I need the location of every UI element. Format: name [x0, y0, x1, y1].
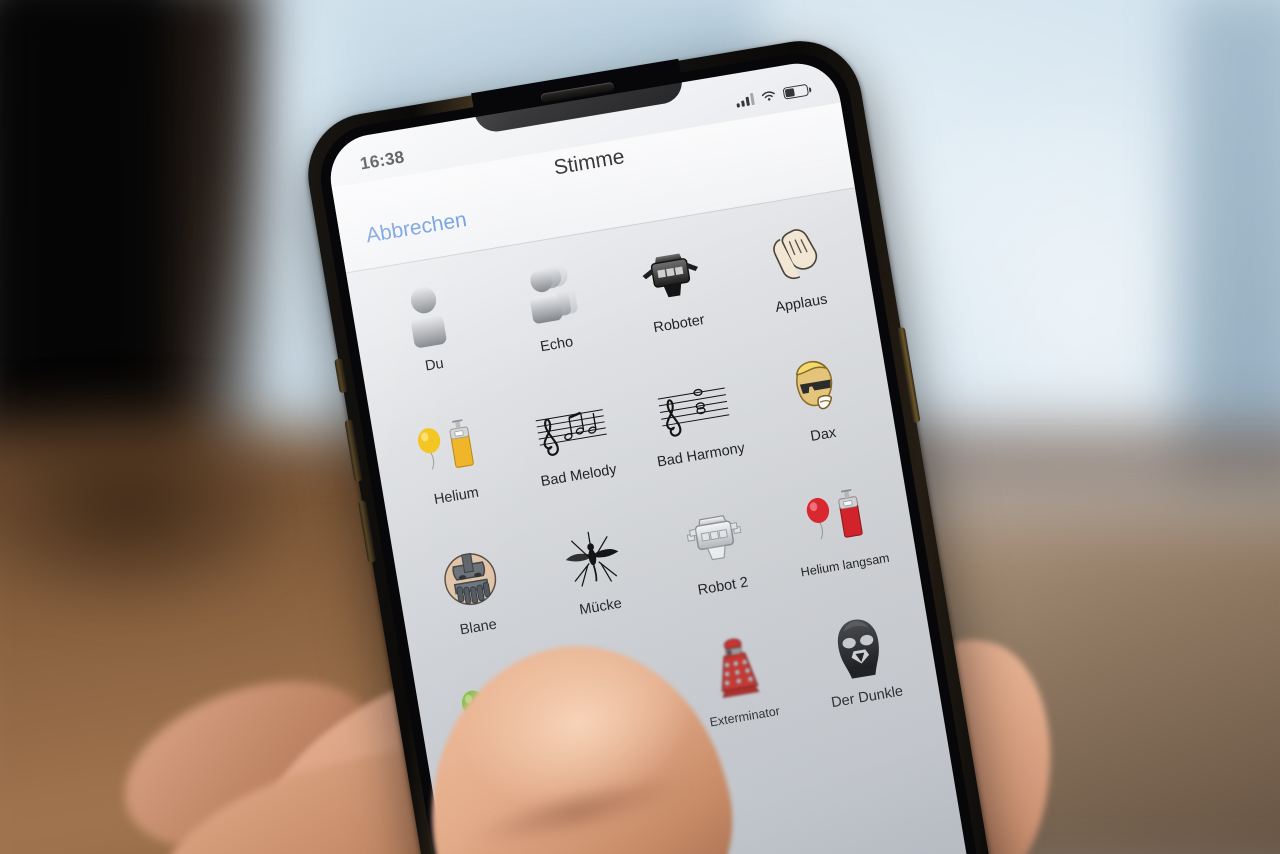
voice-effect-label: Mücke	[578, 595, 624, 619]
cancel-button[interactable]: Abbrechen	[364, 208, 468, 248]
voice-effect-item[interactable]: Mücke	[524, 506, 668, 658]
voice-effect-item[interactable]	[546, 637, 690, 789]
people-echo-icon	[506, 254, 591, 339]
music-staff-melody-icon	[528, 385, 613, 470]
dark-helmet-icon	[817, 606, 902, 691]
status-time: 16:38	[358, 147, 406, 174]
voice-effect-item[interactable]	[424, 658, 568, 810]
voice-effect-label: Helium	[432, 484, 480, 508]
battery-icon	[782, 83, 810, 100]
yellow-balloon-tank-icon	[406, 405, 491, 490]
voice-effect-item[interactable]: Bad Melody	[502, 375, 646, 527]
voice-effect-item[interactable]: Echo	[480, 244, 624, 396]
voice-effect-label: Robot 2	[696, 574, 750, 599]
wifi-icon	[761, 91, 775, 101]
voice-effect-item[interactable]: Du	[358, 264, 502, 416]
voice-effect-label: Roboter	[652, 312, 706, 337]
voice-effect-item[interactable]: Dax	[747, 334, 891, 486]
robot-light-icon	[672, 496, 757, 581]
voice-effect-item[interactable]: Helium langsam	[769, 465, 913, 617]
voice-effect-label: Echo	[539, 334, 575, 356]
mosquito-icon	[550, 516, 635, 601]
voice-effect-item[interactable]: Bad Harmony	[625, 354, 769, 506]
masked-face-icon	[428, 537, 513, 622]
background-right-panel	[1180, 0, 1280, 490]
blonde-face-sunglasses-icon	[773, 344, 858, 429]
cellular-bars-icon	[735, 92, 755, 108]
gauge-fast-icon	[594, 778, 679, 854]
voice-effect-label: Applaus	[774, 291, 829, 316]
voice-effect-item[interactable]: Exterminator	[669, 617, 813, 769]
gauge-slow-icon	[472, 799, 557, 854]
voice-effect-item[interactable]: Blane	[402, 527, 546, 679]
background-wood-shadow	[0, 400, 380, 660]
voice-effect-label: Blane	[458, 616, 498, 639]
dalek-icon	[694, 627, 779, 712]
voice-effect-item[interactable]: Robot 2	[647, 486, 791, 638]
voice-effect-item[interactable]: Applaus	[725, 203, 869, 355]
voice-effect-item[interactable]: Helium	[380, 395, 524, 547]
voice-effect-item[interactable]: Der Dunkle	[791, 596, 935, 748]
red-balloon-tank-icon	[795, 475, 880, 560]
robot-dark-icon	[628, 233, 713, 318]
music-staff-harmony-icon	[650, 364, 735, 449]
clapping-hands-icon	[751, 213, 836, 298]
earpiece-speaker	[540, 81, 615, 103]
voice-effect-item[interactable]: Roboter	[603, 223, 747, 375]
page-title: Stimme	[552, 145, 627, 180]
green-balloon-tank-icon	[450, 668, 535, 753]
cave-canyon-icon	[572, 647, 657, 732]
status-indicators	[735, 83, 810, 108]
voice-effect-label: Dax	[809, 424, 838, 445]
person-icon	[384, 274, 469, 359]
voice-effect-label: Du	[423, 355, 445, 375]
photo-scene: 16:38 Stimme Abbrechen Du Echo Roboter A…	[0, 0, 1280, 854]
